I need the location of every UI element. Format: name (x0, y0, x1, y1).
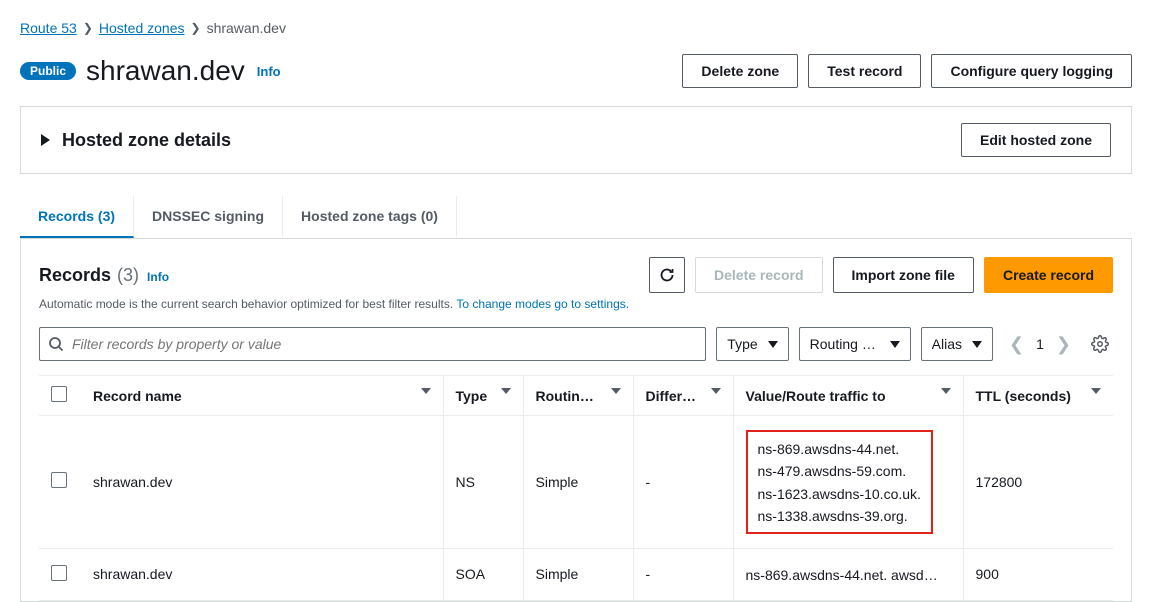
row-checkbox[interactable] (51, 565, 67, 581)
hosted-zone-details-toggle[interactable]: Hosted zone details (41, 130, 231, 151)
column-header-routing[interactable]: Routin… (523, 376, 633, 416)
filter-routing-label: Routing pol… (810, 336, 880, 352)
records-subtext-text: Automatic mode is the current search beh… (39, 297, 456, 311)
import-zone-file-button[interactable]: Import zone file (833, 257, 974, 293)
gear-icon (1091, 335, 1109, 353)
pager-page-number: 1 (1036, 336, 1044, 352)
sort-caret-icon (421, 388, 431, 394)
hosted-zone-details-title: Hosted zone details (62, 130, 231, 151)
caret-right-icon (41, 134, 50, 146)
hosted-zone-details-panel: Hosted zone details Edit hosted zone (20, 106, 1132, 174)
cell-routing: Simple (523, 416, 633, 549)
zone-header: Public shrawan.dev Info Delete zone Test… (20, 54, 1132, 88)
breadcrumb-hosted-zones[interactable]: Hosted zones (99, 20, 185, 36)
caret-down-icon (972, 341, 982, 348)
cell-routing: Simple (523, 548, 633, 600)
value-line: ns-479.awsdns-59.com. (758, 460, 921, 482)
filter-alias-dropdown[interactable]: Alias (921, 327, 993, 361)
records-title: Records (3) Info (39, 265, 169, 286)
cell-value: ns-869.awsdns-44.net. awsd… (733, 548, 963, 600)
cell-value: ns-869.awsdns-44.net. ns-479.awsdns-59.c… (733, 416, 963, 549)
delete-zone-button[interactable]: Delete zone (682, 54, 798, 88)
tabs: Records (3) DNSSEC signing Hosted zone t… (20, 196, 1132, 239)
chevron-right-icon: ❯ (191, 21, 201, 35)
tab-records[interactable]: Records (3) (20, 196, 134, 238)
records-title-text: Records (39, 265, 111, 286)
zone-title: shrawan.dev (86, 55, 245, 87)
zone-header-left: Public shrawan.dev Info (20, 55, 281, 87)
refresh-icon (659, 267, 675, 283)
column-header-ttl[interactable]: TTL (seconds) (963, 376, 1113, 416)
table-settings-button[interactable] (1087, 331, 1113, 357)
column-header-checkbox (39, 376, 81, 416)
filter-routing-policy-dropdown[interactable]: Routing pol… (799, 327, 911, 361)
record-row[interactable]: shrawan.dev NS Simple - ns-869.awsdns-44… (39, 416, 1113, 549)
tab-dnssec-signing[interactable]: DNSSEC signing (134, 196, 283, 238)
value-line: ns-1623.awsdns-10.co.uk. (758, 483, 921, 505)
cell-ttl: 172800 (963, 416, 1113, 549)
sort-caret-icon (1091, 388, 1101, 394)
value-line: ns-869.awsdns-44.net. (758, 438, 921, 460)
records-header: Records (3) Info Delete record Import zo… (39, 257, 1113, 293)
cell-type: SOA (443, 548, 523, 600)
records-info-link[interactable]: Info (145, 270, 169, 284)
caret-down-icon (890, 341, 900, 348)
create-record-button[interactable]: Create record (984, 257, 1113, 293)
cell-type: NS (443, 416, 523, 549)
filter-type-dropdown[interactable]: Type (716, 327, 788, 361)
edit-hosted-zone-button[interactable]: Edit hosted zone (961, 123, 1111, 157)
breadcrumb-route53[interactable]: Route 53 (20, 20, 77, 36)
filter-row: Type Routing pol… Alias ❮ 1 ❯ (39, 327, 1113, 361)
filter-alias-label: Alias (932, 336, 962, 352)
value-line: ns-869.awsdns-44.net. awsd… (746, 564, 938, 586)
records-count: (3) (117, 265, 139, 286)
cell-record-name: shrawan.dev (81, 416, 443, 549)
value-highlight-box: ns-869.awsdns-44.net. ns-479.awsdns-59.c… (746, 430, 933, 534)
sort-caret-icon (611, 388, 621, 394)
filter-input[interactable] (72, 336, 697, 352)
row-checkbox[interactable] (51, 472, 67, 488)
cell-differ: - (633, 416, 733, 549)
records-subtext-link[interactable]: To change modes go to settings. (456, 297, 629, 311)
cell-ttl: 900 (963, 548, 1113, 600)
breadcrumb-current: shrawan.dev (207, 20, 286, 36)
value-line: ns-1338.awsdns-39.org. (758, 505, 921, 527)
column-header-value[interactable]: Value/Route traffic to (733, 376, 963, 416)
sort-caret-icon (501, 388, 511, 394)
records-actions: Delete record Import zone file Create re… (649, 257, 1113, 293)
caret-down-icon (768, 341, 778, 348)
breadcrumb: Route 53 ❯ Hosted zones ❯ shrawan.dev (20, 20, 1132, 36)
records-table: Record name Type Routin… Differ… Value/R… (39, 375, 1113, 601)
search-icon (48, 336, 64, 352)
pager-prev[interactable]: ❮ (1009, 334, 1024, 355)
sort-caret-icon (941, 388, 951, 394)
zone-header-buttons: Delete zone Test record Configure query … (682, 54, 1132, 88)
column-header-differ[interactable]: Differ… (633, 376, 733, 416)
records-container: Records (3) Info Delete record Import zo… (20, 239, 1132, 602)
filter-input-wrap[interactable] (39, 327, 706, 361)
records-subtext: Automatic mode is the current search beh… (39, 297, 1113, 311)
sort-caret-icon (711, 388, 721, 394)
filter-type-label: Type (727, 336, 757, 352)
record-row[interactable]: shrawan.dev SOA Simple - ns-869.awsdns-4… (39, 548, 1113, 600)
pager-next[interactable]: ❯ (1056, 334, 1071, 355)
pager: ❮ 1 ❯ (1003, 334, 1077, 355)
configure-query-logging-button[interactable]: Configure query logging (931, 54, 1132, 88)
chevron-right-icon: ❯ (83, 21, 93, 35)
delete-record-button[interactable]: Delete record (695, 257, 822, 293)
refresh-button[interactable] (649, 257, 685, 293)
test-record-button[interactable]: Test record (808, 54, 921, 88)
column-header-type[interactable]: Type (443, 376, 523, 416)
column-header-record-name[interactable]: Record name (81, 376, 443, 416)
cell-differ: - (633, 548, 733, 600)
zone-info-link[interactable]: Info (255, 64, 281, 79)
select-all-checkbox[interactable] (51, 386, 67, 402)
tab-hosted-zone-tags[interactable]: Hosted zone tags (0) (283, 196, 457, 238)
public-badge: Public (20, 62, 76, 80)
cell-record-name: shrawan.dev (81, 548, 443, 600)
